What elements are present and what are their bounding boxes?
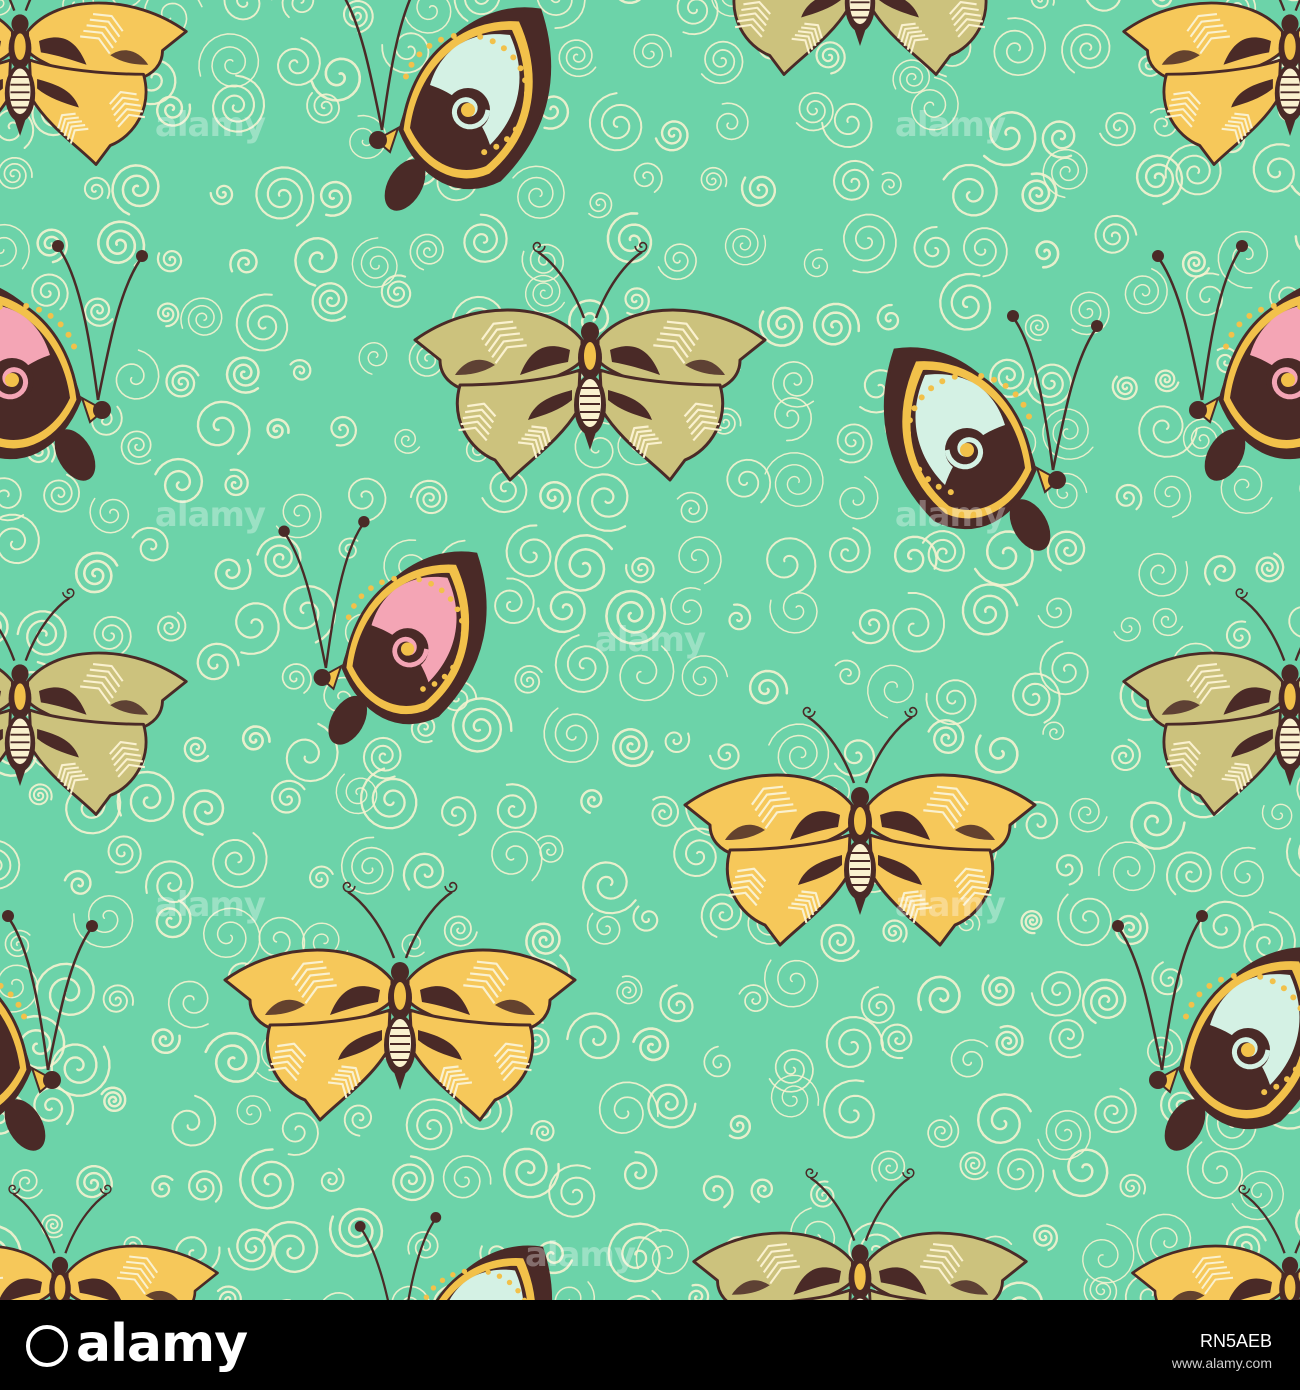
alamy-logo: alamy [26,1314,248,1374]
pattern-canvas [0,0,1300,1300]
logo-circle-icon [26,1325,68,1367]
background [0,0,1300,1300]
logo-text: alamy [76,1314,248,1374]
footer-bar: alamy RN5AEB www.alamy.com [0,1300,1300,1390]
image-id: RN5AEB [1199,1331,1272,1351]
butterfly-pattern: alamy alamy alamy alamy alamy alamy alamy alamy [0,0,1300,1300]
image-url: www.alamy.com [1171,1355,1272,1371]
